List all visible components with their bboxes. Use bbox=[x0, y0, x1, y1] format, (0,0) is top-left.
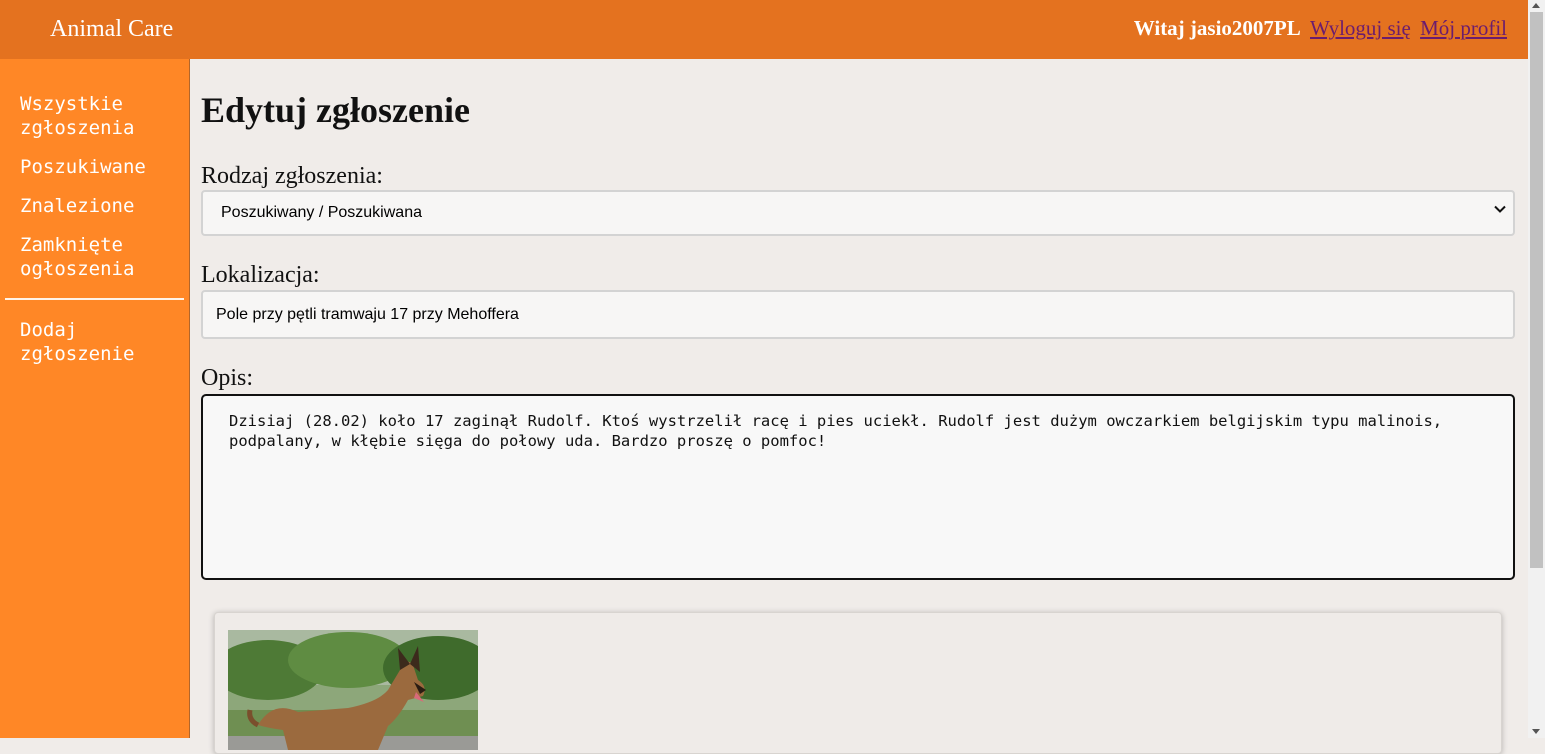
brand-name[interactable]: Animal Care bbox=[50, 16, 173, 43]
sidebar-divider bbox=[5, 298, 184, 300]
profile-link[interactable]: Mój profil bbox=[1420, 16, 1507, 40]
photo-card bbox=[214, 612, 1502, 754]
sidebar-item-all-reports[interactable]: Wszystkie zgłoszenia bbox=[0, 92, 189, 140]
location-input[interactable]: Pole przy pętli tramwaju 17 przy Mehoffe… bbox=[201, 290, 1515, 339]
sidebar-item-wanted[interactable]: Poszukiwane bbox=[0, 155, 189, 179]
type-label: Rodzaj zgłoszenia: bbox=[201, 163, 383, 189]
dog-photo bbox=[228, 630, 478, 750]
vertical-scrollbar[interactable] bbox=[1528, 0, 1545, 738]
sidebar-item-found[interactable]: Znalezione bbox=[0, 194, 189, 218]
scroll-thumb[interactable] bbox=[1530, 12, 1543, 568]
description-label: Opis: bbox=[201, 365, 254, 391]
description-textarea[interactable]: Dzisiaj (28.02) koło 17 zaginął Rudolf. … bbox=[201, 394, 1515, 580]
top-bar: Animal Care Witaj jasio2007PL Wyloguj si… bbox=[0, 0, 1528, 59]
type-select[interactable]: Poszukiwany / Poszukiwana bbox=[201, 190, 1515, 236]
scroll-up-icon[interactable] bbox=[1532, 3, 1540, 8]
sidebar-item-closed[interactable]: Zamknięte ogłoszenia bbox=[0, 233, 189, 281]
type-select-value: Poszukiwany / Poszukiwana bbox=[221, 204, 422, 221]
user-menu: Witaj jasio2007PL Wyloguj się Mój profil bbox=[1134, 16, 1507, 41]
chevron-down-icon bbox=[1494, 205, 1506, 213]
page-title: Edytuj zgłoszenie bbox=[201, 90, 470, 130]
scroll-down-icon[interactable] bbox=[1532, 729, 1540, 734]
logout-link[interactable]: Wyloguj się bbox=[1310, 16, 1411, 40]
location-label: Lokalizacja: bbox=[201, 262, 320, 288]
sidebar-item-add-report[interactable]: Dodaj zgłoszenie bbox=[0, 318, 189, 366]
welcome-text: Witaj jasio2007PL bbox=[1133, 16, 1301, 40]
edit-form: Edytuj zgłoszenie Rodzaj zgłoszenia: Pos… bbox=[201, 59, 1515, 580]
sidebar: Wszystkie zgłoszenia Poszukiwane Znalezi… bbox=[0, 59, 190, 738]
